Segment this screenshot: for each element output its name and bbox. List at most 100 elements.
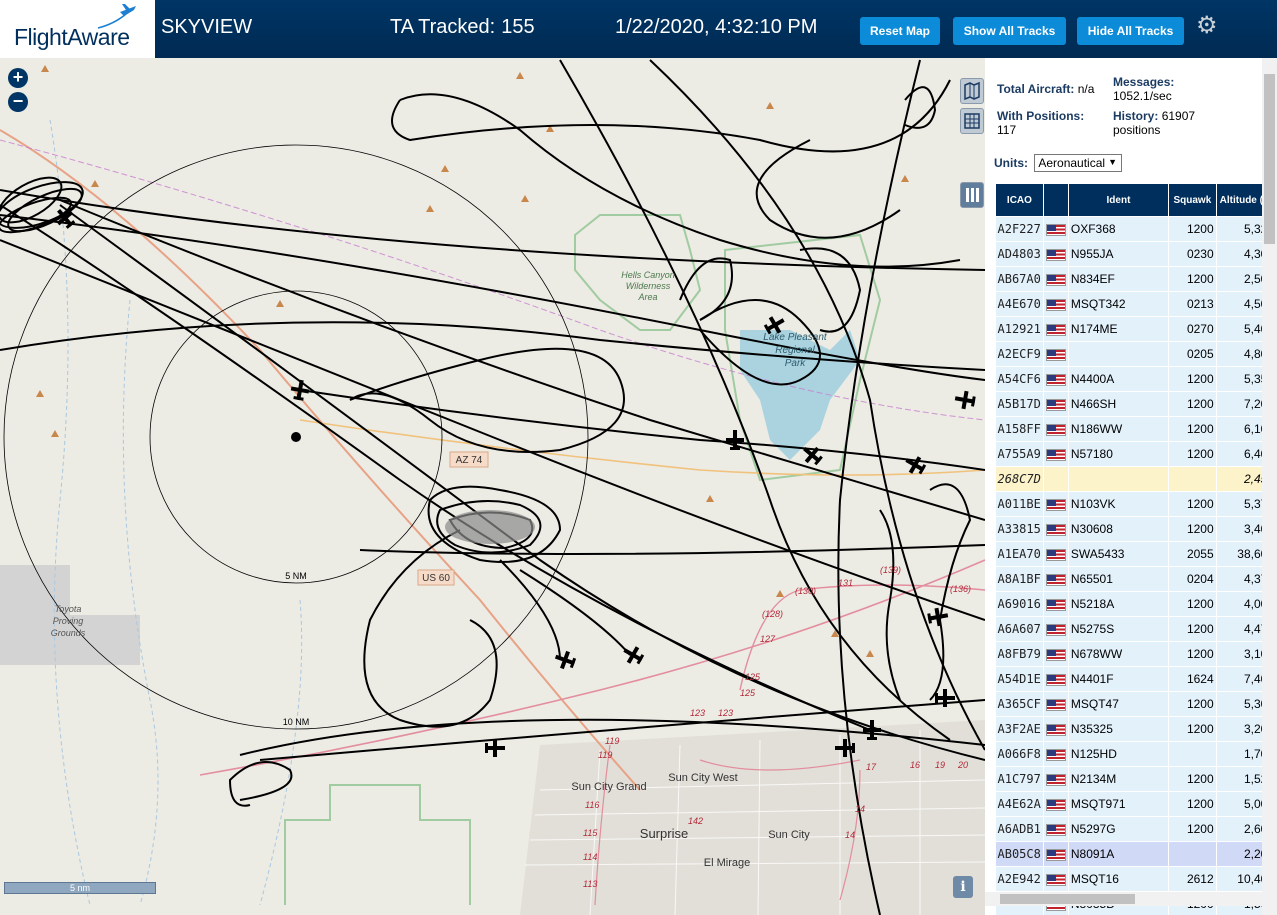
info-icon[interactable]: i — [953, 876, 973, 898]
ident-cell: N5218A — [1068, 591, 1170, 617]
us-flag-icon — [1045, 273, 1066, 286]
table-row[interactable]: A066F8 N125HD 1,700 — [995, 741, 1277, 767]
table-row[interactable]: A011BE N103VK 1200 5,375 — [995, 491, 1277, 517]
squawk-cell: 0204 — [1168, 566, 1217, 592]
squawk-cell: 1200 — [1168, 816, 1217, 842]
table-row[interactable]: A1C797 N2134M 1200 1,525 — [995, 766, 1277, 792]
table-row[interactable]: A365CF MSQT47 1200 5,300 — [995, 691, 1277, 717]
flag-cell — [1043, 316, 1069, 342]
table-row[interactable]: A1EA70 SWA5433 2055 38,600 — [995, 541, 1277, 567]
route-number: 16 — [910, 760, 920, 770]
ident-cell: MSQT47 — [1068, 691, 1170, 717]
units-label: Units: — [994, 156, 1028, 170]
park-label-3: Park — [785, 358, 807, 369]
squawk-cell: 1200 — [1168, 691, 1217, 717]
ident-cell: N57180 — [1068, 441, 1170, 467]
gear-icon[interactable]: ⚙ — [1196, 14, 1218, 38]
columns-icon[interactable] — [960, 182, 984, 208]
ident-cell — [1068, 341, 1170, 367]
squawk-cell: 0213 — [1168, 291, 1217, 317]
ident-cell: N174ME — [1068, 316, 1170, 342]
messages-value: 1052.1/sec — [1113, 89, 1172, 103]
squawk-cell: 1200 — [1168, 616, 1217, 642]
table-row[interactable]: A4E62A MSQT971 1200 5,000 — [995, 791, 1277, 817]
map-view[interactable]: Hells Canyon Wilderness Area Lake Pleasa… — [0, 58, 985, 915]
icao-cell: A6A607 — [995, 616, 1044, 642]
icao-cell: A33815 — [995, 516, 1044, 542]
us-flag-icon — [1045, 698, 1066, 711]
flightaware-logo[interactable]: FlightAware — [0, 0, 155, 58]
horizontal-scrollbar-thumb[interactable] — [1000, 894, 1135, 904]
zoom-out-button[interactable]: − — [8, 92, 28, 112]
table-row[interactable]: A2ECF9 0205 4,800 — [995, 341, 1277, 367]
us-flag-icon — [1045, 673, 1066, 686]
tracked-counter: TA Tracked: 155 — [390, 16, 535, 39]
hide-all-tracks-button[interactable]: Hide All Tracks — [1077, 17, 1184, 45]
flag-cell — [1043, 416, 1069, 442]
route-number: 19 — [935, 760, 945, 770]
col-ident[interactable]: Ident — [1067, 183, 1170, 217]
vertical-scrollbar-thumb[interactable] — [1264, 74, 1275, 244]
show-all-tracks-button[interactable]: Show All Tracks — [953, 17, 1066, 45]
table-row[interactable]: A6ADB1 N5297G 1200 2,600 — [995, 816, 1277, 842]
flag-cell — [1043, 516, 1069, 542]
zoom-in-button[interactable]: + — [8, 68, 28, 88]
route-number: 17 — [866, 762, 877, 772]
table-row[interactable]: A33815 N30608 1200 3,400 — [995, 516, 1277, 542]
route-number: (130) — [795, 586, 816, 596]
table-row[interactable]: A4E670 MSQT342 0213 4,500 — [995, 291, 1277, 317]
table-row[interactable]: A3F2AE N35325 1200 3,200 — [995, 716, 1277, 742]
flag-cell — [1043, 341, 1069, 367]
surprise-label: Surprise — [640, 826, 688, 841]
ident-cell: N5275S — [1068, 616, 1170, 642]
route-number: 142 — [688, 816, 703, 826]
map-canvas[interactable]: Hells Canyon Wilderness Area Lake Pleasa… — [0, 58, 985, 915]
table-row[interactable]: A2E942 MSQT16 2612 10,400 — [995, 866, 1277, 892]
col-flag[interactable] — [1042, 183, 1069, 217]
icao-cell: A755A9 — [995, 441, 1044, 467]
squawk-cell — [1168, 466, 1217, 492]
tracked-count: 155 — [501, 16, 535, 38]
icao-cell: A2E942 — [995, 866, 1044, 892]
us-flag-icon — [1045, 223, 1066, 236]
table-row[interactable]: AB05C8 N8091A 2,200 — [995, 841, 1277, 867]
ident-cell: MSQT971 — [1068, 791, 1170, 817]
table-row[interactable]: 268C7D 2,450 — [995, 466, 1277, 492]
grid-icon[interactable] — [960, 108, 984, 134]
table-row[interactable]: A69016 N5218A 1200 4,000 — [995, 591, 1277, 617]
aircraft-table: ICAO Ident Squawk Altitude (ft) A2F227 OX… — [995, 183, 1277, 915]
flag-cell — [1043, 291, 1069, 317]
table-row[interactable]: A158FF N186WW 1200 6,100 — [995, 416, 1277, 442]
us-flag-icon — [1045, 573, 1066, 586]
map-layers-icon[interactable] — [960, 78, 984, 104]
squawk-cell: 1200 — [1168, 766, 1217, 792]
table-row[interactable]: AB67A0 N834EF 1200 2,500 — [995, 266, 1277, 292]
table-row[interactable]: A8FB79 N678WW 1200 3,100 — [995, 641, 1277, 667]
table-row[interactable]: A12921 N174ME 0270 5,400 — [995, 316, 1277, 342]
icao-cell: A12921 — [995, 316, 1044, 342]
tracked-label: TA Tracked: — [390, 16, 496, 38]
table-row[interactable]: A54D1E N4401F 1624 7,400 — [995, 666, 1277, 692]
ident-cell: N35325 — [1068, 716, 1170, 742]
col-squawk[interactable]: Squawk — [1168, 183, 1217, 217]
table-row[interactable]: A6A607 N5275S 1200 4,475 — [995, 616, 1277, 642]
col-icao[interactable]: ICAO — [995, 183, 1044, 217]
table-row[interactable]: AD4803 N955JA 0230 4,300 — [995, 241, 1277, 267]
route-number: 113 — [583, 879, 597, 889]
icao-cell: A1EA70 — [995, 541, 1044, 567]
ident-cell: N466SH — [1068, 391, 1170, 417]
table-row[interactable]: A755A9 N57180 1200 6,400 — [995, 441, 1277, 467]
reset-map-button[interactable]: Reset Map — [860, 17, 940, 45]
icao-cell: A2F227 — [995, 216, 1044, 242]
table-row[interactable]: A54CF6 N4400A 1200 5,350 — [995, 366, 1277, 392]
table-row[interactable]: A8A1BF N65501 0204 4,375 — [995, 566, 1277, 592]
receiver-location-icon — [291, 432, 301, 442]
route-number: 14 — [855, 804, 865, 814]
flag-cell — [1043, 366, 1069, 392]
proving-label-1: Toyota — [55, 604, 82, 614]
squawk-cell: 1200 — [1168, 516, 1217, 542]
table-row[interactable]: A5B17D N466SH 1200 7,200 — [995, 391, 1277, 417]
ident-cell: N125HD — [1068, 741, 1170, 767]
table-row[interactable]: A2F227 OXF368 1200 5,325 — [995, 216, 1277, 242]
units-select[interactable]: Aeronautical ▼ — [1034, 154, 1123, 172]
